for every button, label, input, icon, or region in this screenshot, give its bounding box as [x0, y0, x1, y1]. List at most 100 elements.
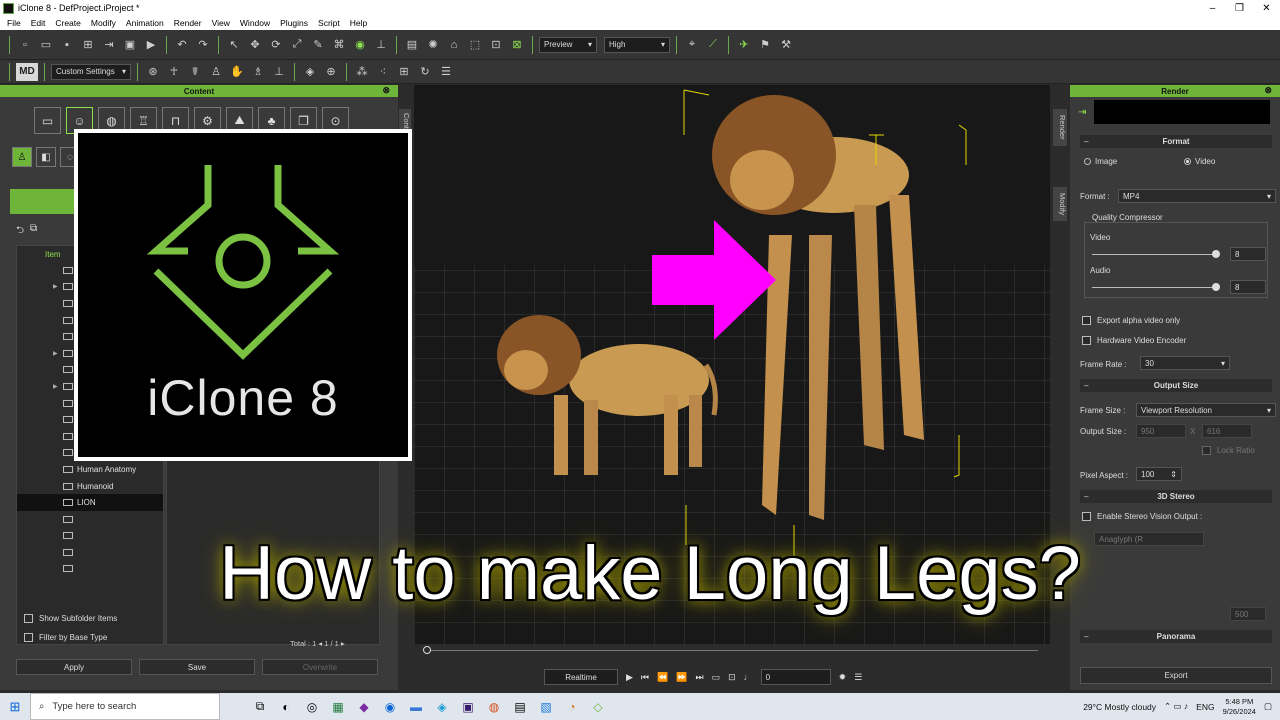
- modify-side-tab[interactable]: Modify: [1053, 187, 1067, 222]
- tree-item[interactable]: [17, 511, 163, 528]
- slider-knob[interactable]: [1212, 283, 1220, 291]
- bone-icon[interactable]: ⊥: [270, 63, 288, 81]
- taskbar-search-box[interactable]: ⌕ Type here to search: [30, 693, 220, 720]
- stereo-checkbox[interactable]: [1082, 512, 1091, 521]
- timeline-menu-icon[interactable]: ☰: [854, 672, 862, 683]
- minimize-button[interactable]: –: [1199, 0, 1226, 16]
- language-label[interactable]: ENG: [1196, 702, 1214, 712]
- app-icon[interactable]: ▧: [536, 697, 556, 717]
- settings-dropdown[interactable]: Custom Settings ▾: [51, 63, 131, 80]
- motion-icon[interactable]: ✈: [735, 36, 753, 54]
- lock-ratio-row[interactable]: Lock Ratio: [1202, 446, 1255, 455]
- menu-edit[interactable]: Edit: [26, 18, 51, 28]
- new-file-icon[interactable]: ▫: [16, 36, 34, 54]
- pixel-aspect-input[interactable]: 100 ⇕: [1136, 467, 1182, 481]
- frame-size-dropdown[interactable]: Viewport Resolution ▾: [1136, 403, 1276, 417]
- rotate-icon[interactable]: ⟳: [267, 36, 285, 54]
- format-section-header[interactable]: – Format: [1080, 135, 1272, 148]
- export-icon[interactable]: ⇥: [100, 36, 118, 54]
- video-radio[interactable]: Video: [1184, 157, 1215, 166]
- expand-arrow-icon[interactable]: ▶: [53, 350, 58, 357]
- play-icon[interactable]: ▶: [626, 672, 633, 683]
- gizmo-icon[interactable]: ⟋: [704, 36, 722, 54]
- timeline-track[interactable]: [426, 650, 1038, 651]
- filter-base-type-row[interactable]: Filter by Base Type: [24, 633, 107, 642]
- premiere-icon[interactable]: ▣: [458, 697, 478, 717]
- camera-icon[interactable]: ⌖: [683, 36, 701, 54]
- tray-icons[interactable]: ⌃ ▭ ♪: [1164, 701, 1188, 712]
- export-alpha-row[interactable]: Export alpha video only: [1082, 316, 1180, 325]
- screenshot-icon[interactable]: ▣: [121, 36, 139, 54]
- settings-gear-icon[interactable]: ✹: [839, 672, 847, 683]
- stereo-row[interactable]: Enable Stereo Vision Output :: [1082, 512, 1202, 521]
- quality-dropdown[interactable]: High ▾: [604, 36, 670, 53]
- cloth-icon[interactable]: ◧: [36, 147, 56, 167]
- diamond-icon[interactable]: ◈: [301, 63, 319, 81]
- output-size-section-header[interactable]: – Output Size: [1080, 379, 1272, 392]
- render-side-tab[interactable]: Render: [1053, 109, 1067, 146]
- realtime-button[interactable]: Realtime: [544, 669, 618, 685]
- windows-start-icon[interactable]: ⊞: [0, 693, 30, 720]
- tree-item[interactable]: Human Anatomy: [17, 461, 163, 478]
- save-icon[interactable]: ▪: [58, 36, 76, 54]
- frame-rate-dropdown[interactable]: 30 ▾: [1140, 356, 1230, 370]
- output-height-input[interactable]: 616: [1202, 424, 1252, 438]
- align-icon[interactable]: ⊥: [372, 36, 390, 54]
- app-icon[interactable]: ◈: [432, 697, 452, 717]
- hw-encoder-row[interactable]: Hardware Video Encoder: [1082, 336, 1186, 345]
- menu-view[interactable]: View: [207, 18, 235, 28]
- tool-icon[interactable]: ⚒: [777, 36, 795, 54]
- save-button[interactable]: Save: [139, 659, 255, 675]
- export-button[interactable]: Export: [1080, 667, 1272, 684]
- edge-icon[interactable]: ◉: [380, 697, 400, 717]
- stereo-section-header[interactable]: – 3D Stereo: [1080, 490, 1272, 503]
- overwrite-button[interactable]: Overwrite: [262, 659, 378, 675]
- panorama-section-header[interactable]: – Panorama: [1080, 630, 1272, 643]
- hw-encoder-checkbox[interactable]: [1082, 336, 1091, 345]
- menu-animation[interactable]: Animation: [121, 18, 169, 28]
- close-button[interactable]: ✕: [1253, 0, 1280, 16]
- hand-icon[interactable]: ✋: [228, 63, 246, 81]
- flag-icon[interactable]: ⚑: [756, 36, 774, 54]
- undo-icon[interactable]: ↶: [173, 36, 191, 54]
- last-frame-icon[interactable]: ⏭: [695, 672, 703, 683]
- character-icon[interactable]: ♙: [12, 147, 32, 167]
- menu-file[interactable]: File: [2, 18, 26, 28]
- link-icon[interactable]: ⌘: [330, 36, 348, 54]
- app-icon[interactable]: ◆: [354, 697, 374, 717]
- format-dropdown[interactable]: MP4 ▾: [1118, 189, 1276, 203]
- grid-icon[interactable]: ⊞: [395, 63, 413, 81]
- menu-help[interactable]: Help: [345, 18, 372, 28]
- audio-quality-slider[interactable]: [1092, 283, 1220, 291]
- iclone-taskbar-icon[interactable]: ◇: [588, 697, 608, 717]
- body-icon[interactable]: ♙: [207, 63, 225, 81]
- output-width-input[interactable]: 950: [1136, 424, 1186, 438]
- prev-key-icon[interactable]: ⏪: [657, 672, 668, 683]
- tree-item[interactable]: LION: [17, 494, 163, 511]
- menu-plugins[interactable]: Plugins: [275, 18, 313, 28]
- frame-icon[interactable]: ▤: [403, 36, 421, 54]
- pose-icon[interactable]: ♗: [249, 63, 267, 81]
- render-export-icon[interactable]: ⇥: [1078, 107, 1094, 118]
- frame-input[interactable]: 0: [760, 669, 831, 685]
- panel-close-icon[interactable]: ⊗: [382, 85, 390, 96]
- menu-render[interactable]: Render: [169, 18, 207, 28]
- preview-dropdown[interactable]: Preview ▾: [539, 36, 597, 53]
- timeline-playhead[interactable]: [423, 646, 431, 654]
- image-radio[interactable]: Image: [1084, 157, 1117, 166]
- select-icon[interactable]: ↖: [225, 36, 243, 54]
- panel-close-icon[interactable]: ⊗: [1264, 85, 1272, 96]
- menu-modify[interactable]: Modify: [86, 18, 121, 28]
- zoom-icon[interactable]: ⊡: [487, 36, 505, 54]
- sliders-icon[interactable]: ☰: [437, 63, 455, 81]
- camera-switch-icon[interactable]: ⊡: [728, 672, 736, 683]
- video-quality-input[interactable]: 8: [1230, 247, 1266, 261]
- menu-create[interactable]: Create: [50, 18, 86, 28]
- next-key-icon[interactable]: ⏩: [676, 672, 687, 683]
- copy-icon[interactable]: ⧉: [30, 223, 37, 240]
- expand-arrow-icon[interactable]: ▶: [53, 383, 58, 390]
- slider-knob[interactable]: [1212, 250, 1220, 258]
- video-icon[interactable]: ▶: [142, 36, 160, 54]
- nodes-icon[interactable]: ⁖: [374, 63, 392, 81]
- scale-icon[interactable]: ⤢: [288, 36, 306, 54]
